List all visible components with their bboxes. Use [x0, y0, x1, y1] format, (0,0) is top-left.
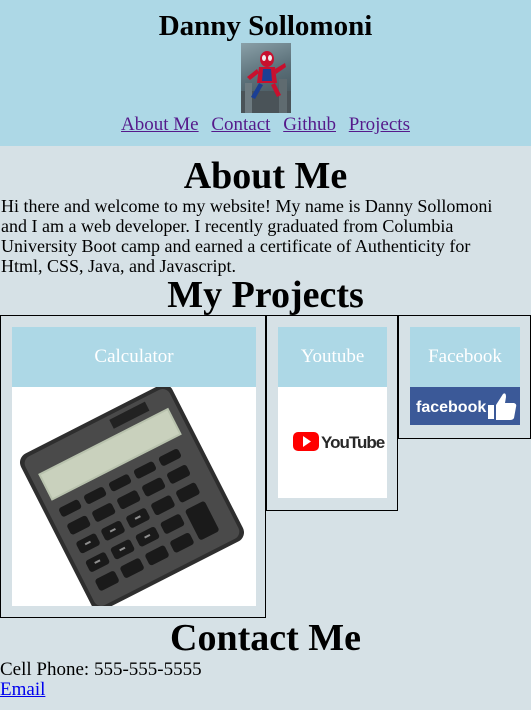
- thumbs-up-icon: [488, 393, 517, 420]
- nav-link-about-me[interactable]: About Me: [121, 114, 199, 135]
- project-card-title: Youtube: [278, 327, 387, 387]
- spiderman-avatar-icon: [241, 43, 291, 113]
- about-text: Hi there and welcome to my website! My n…: [1, 196, 493, 276]
- calculator-icon[interactable]: [12, 387, 256, 606]
- site-header: Danny Sollomoni About Me Contact Github …: [0, 0, 531, 146]
- projects-heading: My Projects: [167, 274, 364, 316]
- facebook-logo-icon[interactable]: facebook: [410, 387, 520, 425]
- youtube-logo-icon[interactable]: YouTube: [278, 387, 387, 498]
- contact-heading: Contact Me: [170, 617, 361, 659]
- project-card-youtube[interactable]: Youtube YouTube: [266, 315, 398, 511]
- youtube-logo-text: YouTube: [321, 433, 385, 452]
- main-nav: About Me Contact Github Projects: [0, 114, 531, 136]
- site-title: Danny Sollomoni: [158, 10, 373, 42]
- about-heading: About Me: [183, 155, 348, 197]
- project-card-calculator[interactable]: Calculator: [0, 315, 266, 618]
- project-card-facebook[interactable]: Facebook facebook: [398, 315, 531, 439]
- nav-link-contact[interactable]: Contact: [211, 114, 270, 135]
- project-card-title: Calculator: [12, 327, 256, 387]
- phone-number: Cell Phone: 555-555-5555: [0, 659, 202, 680]
- nav-link-projects[interactable]: Projects: [349, 114, 410, 135]
- project-card-title: Facebook: [410, 327, 520, 387]
- email-link[interactable]: Email: [0, 679, 45, 700]
- facebook-logo-text: facebook: [416, 399, 486, 416]
- nav-link-github[interactable]: Github: [283, 114, 336, 135]
